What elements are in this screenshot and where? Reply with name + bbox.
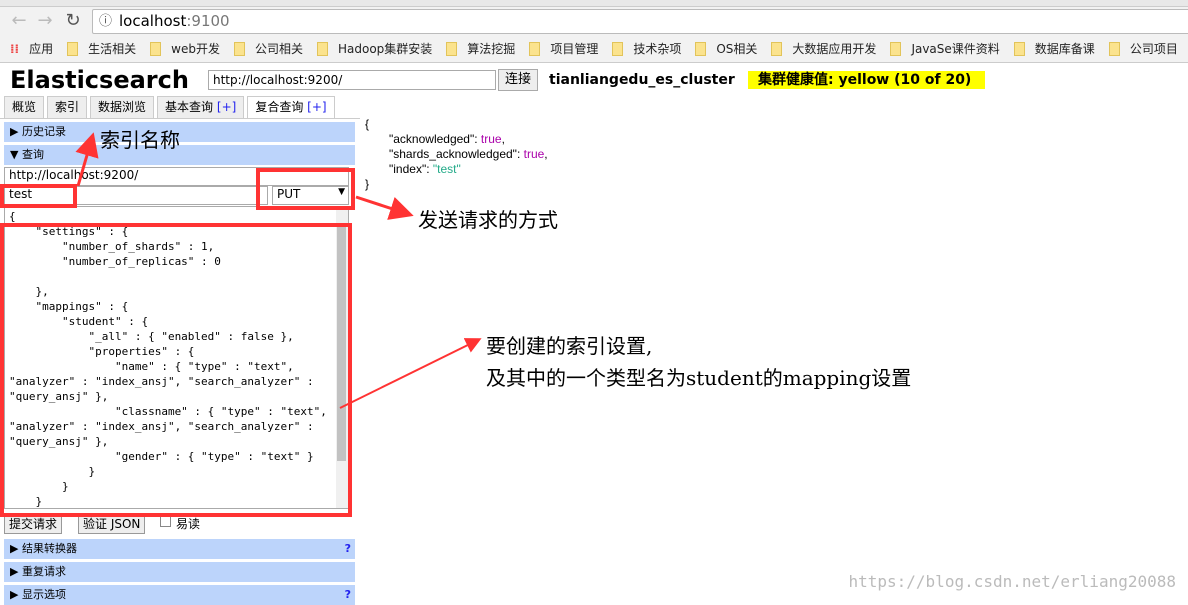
arrow-method — [355, 195, 414, 220]
annotation-index-name: 索引名称 — [100, 128, 180, 152]
watermark: https://blog.csdn.net/erliang20088 — [848, 572, 1176, 591]
annotation-arrows — [75, 132, 482, 409]
arrow-index — [75, 132, 99, 187]
annotation-settings-1: 要创建的索引设置, — [486, 334, 653, 358]
annotation-method: 发送请求的方式 — [418, 208, 558, 232]
arrow-body — [339, 338, 482, 409]
annotation-settings-2: 及其中的一个类型名为student的mapping设置 — [486, 366, 912, 390]
